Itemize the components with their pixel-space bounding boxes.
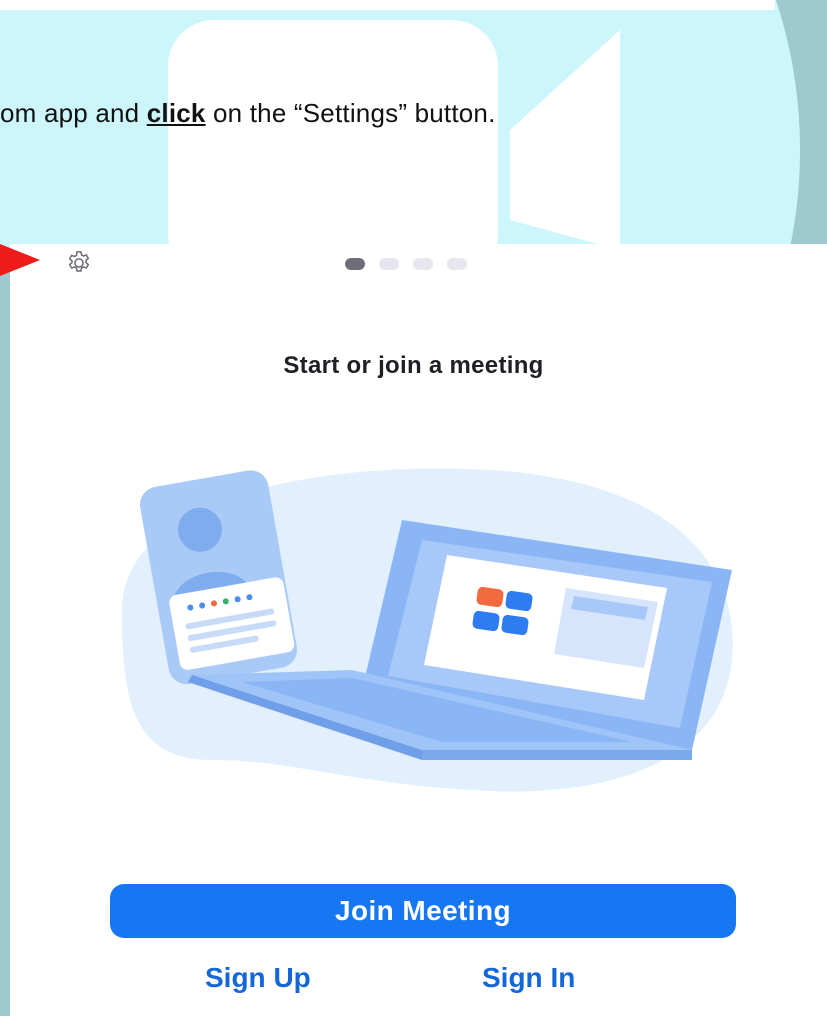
instruction-suffix: on the “Settings” button.: [205, 98, 496, 128]
instruction-emphasis: click: [146, 98, 206, 128]
page-dot-2[interactable]: [379, 258, 399, 270]
zoom-logo-camera-lens: [510, 30, 620, 248]
sign-up-link[interactable]: Sign Up: [205, 962, 311, 994]
settings-button[interactable]: [62, 246, 96, 280]
tutorial-banner: om app and click on the “Settings” butto…: [0, 0, 827, 248]
zoom-logo-camera-body: [168, 20, 498, 248]
banner-top-strip: [0, 0, 775, 10]
page-indicator: [345, 258, 467, 270]
page-title: Start or join a meeting: [283, 352, 544, 379]
page-dot-3[interactable]: [413, 258, 433, 270]
page-dot-4[interactable]: [447, 258, 467, 270]
instruction-text: om app and click on the “Settings” butto…: [0, 98, 496, 129]
red-arrow-icon: [0, 244, 40, 276]
gear-icon: [68, 251, 90, 272]
instruction-prefix: om app and: [0, 98, 147, 128]
sign-in-link[interactable]: Sign In: [482, 962, 575, 994]
join-meeting-button[interactable]: Join Meeting: [110, 884, 736, 938]
page-dot-1[interactable]: [345, 258, 365, 270]
meeting-illustration: [122, 468, 733, 792]
